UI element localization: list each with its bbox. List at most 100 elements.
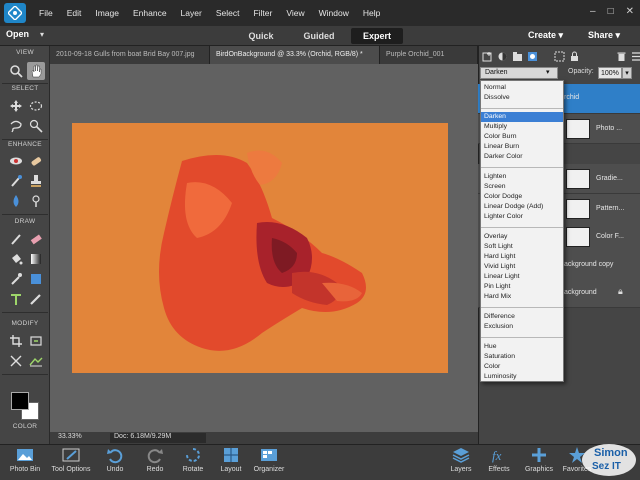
menu-filter[interactable]: Filter <box>246 8 279 18</box>
blend-option-linear-burn[interactable]: Linear Burn <box>481 142 563 152</box>
blend-option-hard-light[interactable]: Hard Light <box>481 252 563 262</box>
blend-option-luminosity[interactable]: Luminosity <box>481 372 563 382</box>
paint-bucket-tool-icon[interactable] <box>7 250 25 268</box>
tool-options-label: Tool Options <box>51 466 91 473</box>
blend-option-saturation[interactable]: Saturation <box>481 352 563 362</box>
doc-tab-gulls[interactable]: 2010-09-18 Gulls from boat Brid Bay 007.… <box>50 46 210 64</box>
spot-healing-tool-icon[interactable] <box>27 152 45 170</box>
type-tool-icon[interactable] <box>7 290 25 308</box>
opacity-dropdown-icon[interactable]: ▾ <box>622 67 632 79</box>
content-aware-move-tool-icon[interactable] <box>7 352 25 370</box>
recompose-tool-icon[interactable] <box>27 332 45 350</box>
menu-help[interactable]: Help <box>356 8 387 18</box>
tab-expert[interactable]: Expert <box>351 28 403 44</box>
smart-brush-tool-icon[interactable] <box>7 172 25 190</box>
blend-option-difference[interactable]: Difference <box>481 312 563 322</box>
blur-tool-icon[interactable] <box>7 192 25 210</box>
marquee-tool-icon[interactable] <box>27 97 45 115</box>
blend-option-hue[interactable]: Hue <box>481 342 563 352</box>
pencil-tool-icon[interactable] <box>27 290 45 308</box>
blend-option-darker-color[interactable]: Darker Color <box>481 152 563 162</box>
tab-quick[interactable]: Quick <box>236 28 286 44</box>
panel-menu-icon[interactable] <box>631 49 640 63</box>
menu-layer[interactable]: Layer <box>174 8 209 18</box>
blend-option-soft-light[interactable]: Soft Light <box>481 242 563 252</box>
menu-edit[interactable]: Edit <box>60 8 89 18</box>
blend-option-linear-light[interactable]: Linear Light <box>481 272 563 282</box>
menu-image[interactable]: Image <box>88 8 126 18</box>
zoom-level[interactable]: 33.33% <box>58 433 82 440</box>
crop-tool-icon[interactable] <box>7 332 25 350</box>
clone-stamp-tool-icon[interactable] <box>27 172 45 190</box>
close-icon[interactable]: ✕ <box>626 6 634 17</box>
blend-option-lighter-color[interactable]: Lighter Color <box>481 212 563 222</box>
document-image[interactable] <box>72 123 448 373</box>
blend-option-color-burn[interactable]: Color Burn <box>481 132 563 142</box>
blend-option-color-dodge[interactable]: Color Dodge <box>481 192 563 202</box>
blend-option-multiply[interactable]: Multiply <box>481 122 563 132</box>
tab-guided[interactable]: Guided <box>294 28 344 44</box>
share-button[interactable]: Share ▾ <box>588 30 620 41</box>
blend-option-normal[interactable]: Normal <box>481 83 563 93</box>
gradient-tool-icon[interactable] <box>27 250 45 268</box>
blend-option-overlay[interactable]: Overlay <box>481 232 563 242</box>
maximize-icon[interactable]: □ <box>608 6 614 17</box>
blend-option-dissolve[interactable]: Dissolve <box>481 93 563 103</box>
eraser-tool-icon[interactable] <box>27 230 45 248</box>
new-fill-layer-icon[interactable] <box>497 49 508 63</box>
menu-enhance[interactable]: Enhance <box>126 8 174 18</box>
lock-transparent-icon[interactable] <box>554 49 565 63</box>
blend-option-darken[interactable]: Darken <box>481 112 563 122</box>
blend-option-hard-mix[interactable]: Hard Mix <box>481 292 563 302</box>
lock-icon[interactable] <box>569 49 580 63</box>
tool-options-button[interactable]: Tool Options <box>48 446 94 478</box>
toolbox: VIEW SELECT ENHANCE DRAW MODIFY COLOR <box>0 46 50 444</box>
foreground-color-swatch[interactable] <box>11 392 29 410</box>
red-eye-tool-icon[interactable] <box>7 152 25 170</box>
doc-tab-bird-on-background[interactable]: BirdOnBackground @ 33.3% (Orchid, RGB/8)… <box>210 46 380 64</box>
effects-icon: fx <box>492 448 502 463</box>
open-dropdown-icon[interactable]: ▾ <box>40 30 44 39</box>
blend-option-color[interactable]: Color <box>481 362 563 372</box>
blend-option-screen[interactable]: Screen <box>481 182 563 192</box>
doc-tab-purple-orchid[interactable]: Purple Orchid_001 <box>380 46 478 64</box>
blend-option-lighten[interactable]: Lighten <box>481 172 563 182</box>
new-layer-icon[interactable] <box>482 49 493 63</box>
document-size: Doc: 6.18M/9.29M <box>110 433 206 443</box>
layer-thumbnail <box>566 119 590 139</box>
straighten-tool-icon[interactable] <box>27 352 45 370</box>
organizer-icon <box>261 449 277 461</box>
new-group-icon[interactable] <box>512 49 523 63</box>
blend-option-pin-light[interactable]: Pin Light <box>481 282 563 292</box>
redo-icon <box>147 449 163 464</box>
layers-icon <box>452 448 470 463</box>
blend-mode-arrow-icon[interactable]: ▾ <box>546 68 550 76</box>
color-picker-tool-icon[interactable] <box>7 270 25 288</box>
photo-bin-button[interactable]: Photo Bin <box>2 446 48 478</box>
blend-option-exclusion[interactable]: Exclusion <box>481 322 563 332</box>
shape-tool-icon[interactable] <box>27 270 45 288</box>
minimize-icon[interactable]: – <box>590 6 596 17</box>
create-button[interactable]: Create ▾ <box>528 30 563 41</box>
delete-layer-icon[interactable] <box>616 49 627 63</box>
zoom-tool-icon[interactable] <box>7 62 25 80</box>
brush-tool-icon[interactable] <box>7 230 25 248</box>
open-button[interactable]: Open <box>6 29 29 39</box>
sponge-tool-icon[interactable] <box>27 192 45 210</box>
lasso-tool-icon[interactable] <box>7 117 25 135</box>
opacity-input[interactable]: 100% <box>598 67 622 79</box>
menu-select[interactable]: Select <box>209 8 247 18</box>
blend-option-vivid-light[interactable]: Vivid Light <box>481 262 563 272</box>
organizer-button[interactable]: Organizer <box>246 446 292 478</box>
move-tool-icon[interactable] <box>7 97 25 115</box>
menu-window[interactable]: Window <box>312 8 356 18</box>
layer-thumbnail <box>566 199 590 219</box>
opacity-label: Opacity: <box>568 68 594 75</box>
watermark-line-1: Simon <box>594 447 628 459</box>
add-mask-icon[interactable] <box>527 49 538 63</box>
blend-option-linear-dodge[interactable]: Linear Dodge (Add) <box>481 202 563 212</box>
hand-tool-icon[interactable] <box>27 62 45 80</box>
quick-selection-tool-icon[interactable] <box>27 117 45 135</box>
menu-view[interactable]: View <box>279 8 311 18</box>
menu-file[interactable]: File <box>32 8 60 18</box>
